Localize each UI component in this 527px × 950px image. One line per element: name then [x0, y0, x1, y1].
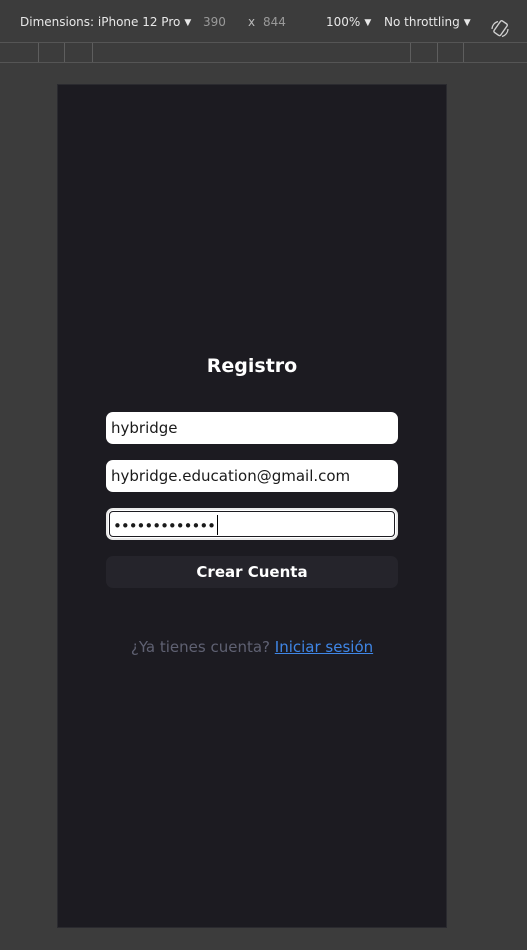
ruler-tick [92, 43, 93, 62]
login-link[interactable]: Iniciar sesión [275, 638, 373, 656]
ruler-tick [64, 43, 65, 62]
width-input[interactable]: 390 [203, 15, 226, 29]
rotate-icon[interactable] [490, 19, 510, 39]
text-cursor [217, 515, 219, 535]
chevron-down-icon: ▼ [184, 18, 192, 28]
throttling-select[interactable]: No throttling ▼ [384, 15, 471, 29]
ruler-tick [437, 43, 438, 62]
devtools-device-toolbar: Dimensions: iPhone 12 Pro ▼ 390 x 844 100… [0, 0, 527, 43]
password-mask: ••••••••••••• [113, 517, 216, 535]
username-input[interactable]: hybridge [106, 412, 398, 444]
password-input[interactable]: ••••••••••••• [106, 508, 398, 540]
media-query-ruler [0, 43, 527, 63]
chevron-down-icon: ▼ [463, 18, 471, 28]
login-prompt: ¿Ya tienes cuenta? Iniciar sesión [58, 638, 446, 656]
chevron-down-icon: ▼ [364, 18, 372, 28]
zoom-select[interactable]: 100% ▼ [326, 15, 371, 29]
dimension-separator: x [248, 15, 256, 29]
ruler-tick [410, 43, 411, 62]
page-title: Registro [206, 355, 298, 377]
height-input[interactable]: 844 [263, 15, 286, 29]
device-viewport: Registro hybridge hybridge.education@gma… [57, 84, 447, 928]
ruler-tick [463, 43, 464, 62]
email-input[interactable]: hybridge.education@gmail.com [106, 460, 398, 492]
create-account-button[interactable]: Crear Cuenta [106, 556, 398, 588]
ruler-tick [38, 43, 39, 62]
login-prompt-text: ¿Ya tienes cuenta? [130, 638, 270, 656]
device-select[interactable]: Dimensions: iPhone 12 Pro ▼ [20, 15, 191, 29]
